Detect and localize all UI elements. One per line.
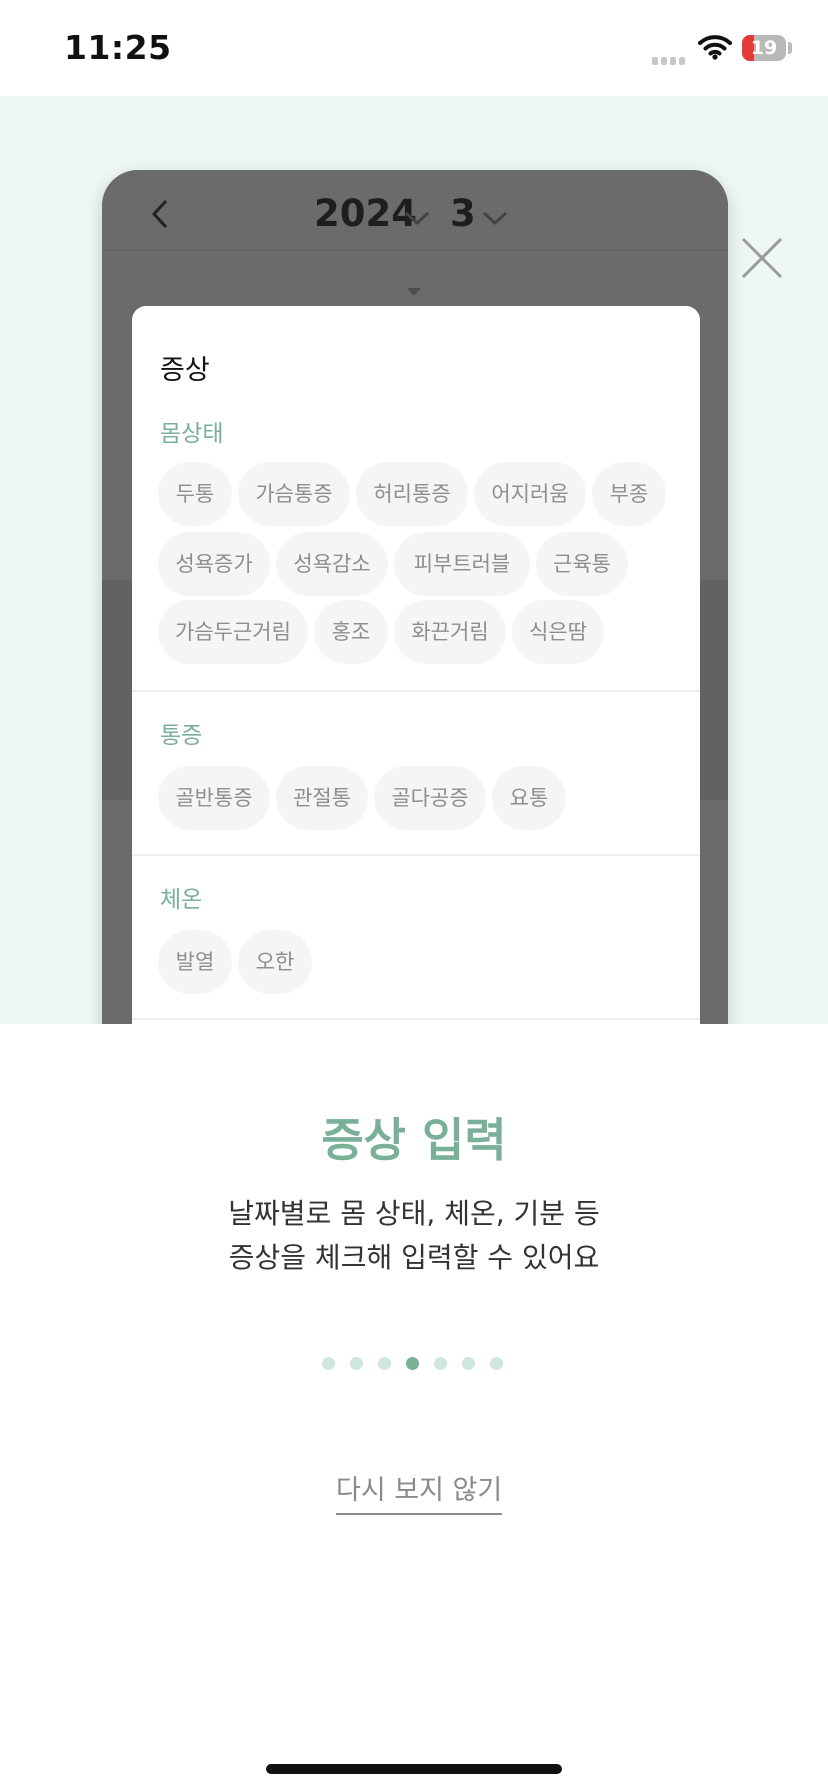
- symptom-chip[interactable]: 화끈거림: [394, 600, 506, 664]
- symptom-chip[interactable]: 부종: [592, 462, 666, 526]
- section-title-pain: 통증: [160, 723, 203, 749]
- symptom-chip[interactable]: 두통: [158, 462, 232, 526]
- page-dot[interactable]: [434, 1357, 447, 1370]
- page-dot[interactable]: [406, 1357, 419, 1370]
- year-selector[interactable]: 2024: [314, 192, 417, 235]
- sheet-title: 증상: [160, 355, 210, 386]
- chevron-down-icon: [404, 211, 430, 226]
- symptom-chip[interactable]: 허리통증: [356, 462, 468, 526]
- home-indicator: [266, 1764, 562, 1774]
- month-selector[interactable]: 3: [450, 192, 476, 235]
- feature-description-line2: 증상을 체크해 입력할 수 있어요: [228, 1241, 600, 1274]
- caret-icon: [407, 288, 421, 296]
- symptom-chip[interactable]: 골반통증: [158, 766, 270, 830]
- symptom-chip[interactable]: 홍조: [314, 600, 388, 664]
- calendar-screenshot: 2024 3 증상 몸상태 두통 가슴통증 허리통증 어지러움 부종 성욕증가 …: [102, 170, 728, 1024]
- symptom-chip[interactable]: 성욕감소: [276, 532, 388, 596]
- chevron-down-icon: [482, 211, 508, 226]
- symptom-chip[interactable]: 오한: [238, 930, 312, 994]
- page-dot[interactable]: [490, 1357, 503, 1370]
- page-dot[interactable]: [350, 1357, 363, 1370]
- symptom-chip[interactable]: 가슴두근거림: [158, 600, 308, 664]
- feature-description-line1: 날짜별로 몸 상태, 체온, 기분 등: [228, 1197, 600, 1230]
- symptom-chip[interactable]: 어지러움: [474, 462, 586, 526]
- chevron-left-icon[interactable]: [150, 198, 172, 230]
- calendar-header: 2024 3: [102, 170, 728, 251]
- section-title-temperature: 체온: [160, 887, 203, 913]
- symptom-sheet: 증상 몸상태 두통 가슴통증 허리통증 어지러움 부종 성욕증가 성욕감소 피부…: [132, 306, 700, 1024]
- symptom-chip[interactable]: 요통: [492, 766, 566, 830]
- page-dot[interactable]: [378, 1357, 391, 1370]
- feature-heading: 증상 입력: [321, 1113, 507, 1167]
- status-time: 11:25: [64, 28, 172, 67]
- battery-level: 19: [750, 37, 778, 59]
- page-dot[interactable]: [462, 1357, 475, 1370]
- symptom-chip[interactable]: 골다공증: [374, 766, 486, 830]
- symptom-chip[interactable]: 발열: [158, 930, 232, 994]
- wifi-icon: [698, 35, 732, 60]
- cellular-signal-icon: [652, 50, 688, 69]
- dont-show-again-link[interactable]: 다시 보지 않기: [336, 1468, 503, 1515]
- section-title-body: 몸상태: [160, 421, 224, 447]
- symptom-chip[interactable]: 피부트러블: [394, 532, 530, 596]
- symptom-chip[interactable]: 관절통: [276, 766, 368, 830]
- symptom-chip[interactable]: 근육통: [536, 532, 628, 596]
- symptom-chip[interactable]: 성욕증가: [158, 532, 270, 596]
- page-dot[interactable]: [322, 1357, 335, 1370]
- symptom-chip[interactable]: 가슴통증: [238, 462, 350, 526]
- feature-preview: 2024 3 증상 몸상태 두통 가슴통증 허리통증 어지러움 부종 성욕증가 …: [0, 96, 828, 1024]
- status-bar: 11:25 19: [0, 0, 828, 96]
- battery-icon: 19: [742, 35, 786, 61]
- symptom-chip[interactable]: 식은땀: [512, 600, 604, 664]
- close-icon[interactable]: [740, 236, 784, 280]
